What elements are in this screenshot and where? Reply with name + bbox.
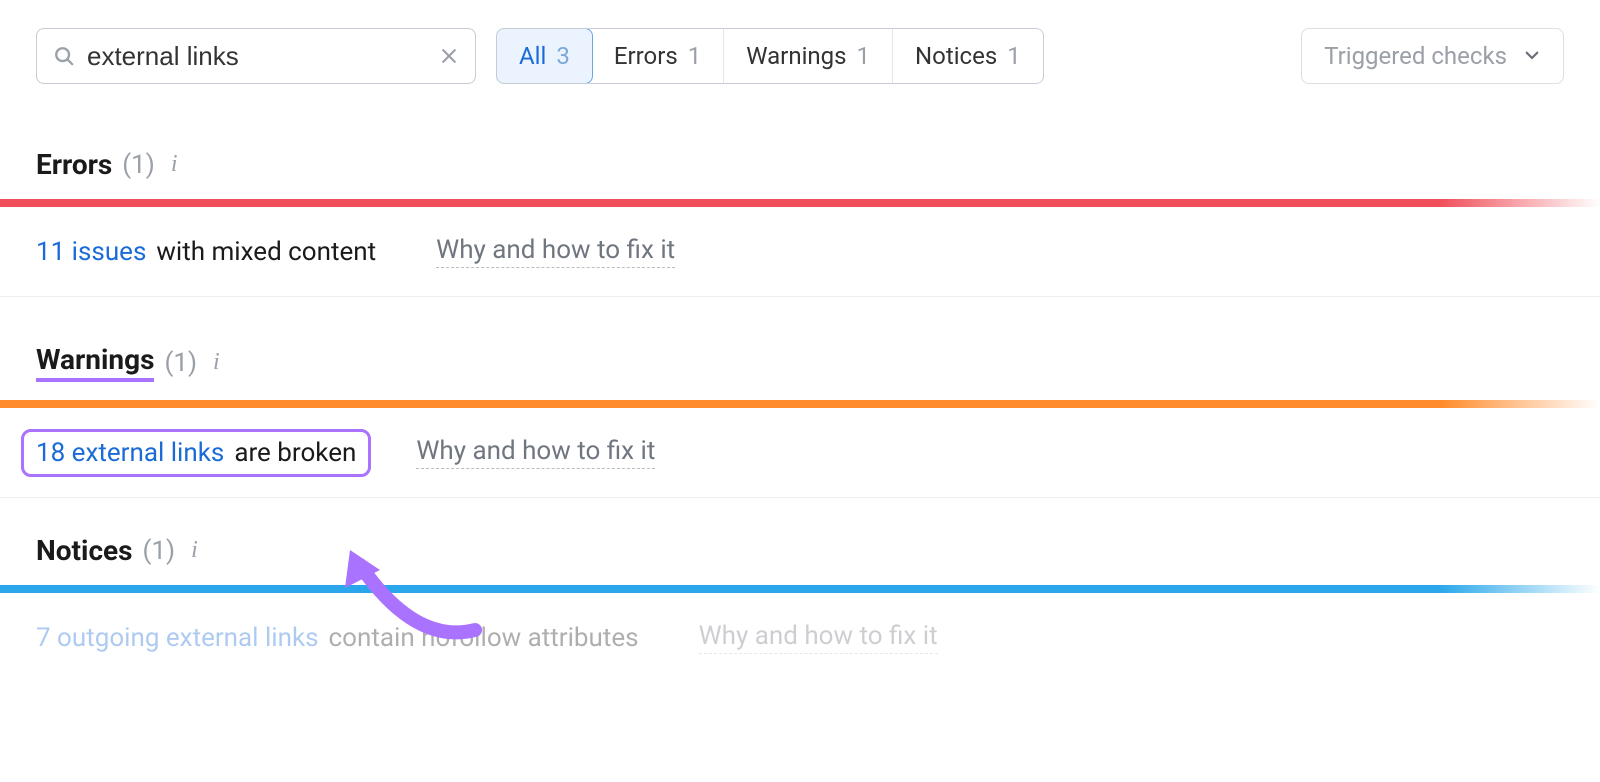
notices-section-header: Notices (1) i: [0, 498, 1600, 585]
tab-errors[interactable]: Errors 1: [592, 29, 724, 83]
issue-row: 18 external links are broken Why and how…: [0, 408, 1600, 498]
tab-notices[interactable]: Notices 1: [893, 29, 1043, 83]
chevron-down-icon: [1523, 42, 1541, 70]
issue-row: 7 outgoing external links contain nofoll…: [0, 593, 1600, 664]
tab-count: 1: [1007, 42, 1021, 70]
section-count: (1): [164, 348, 197, 378]
search-icon: [53, 45, 75, 67]
tab-label: Warnings: [746, 42, 846, 70]
fix-link[interactable]: Why and how to fix it: [699, 621, 938, 654]
notices-divider: [0, 585, 1600, 593]
issue-link[interactable]: 18 external links: [36, 438, 224, 468]
tab-label: Notices: [915, 42, 997, 70]
tab-count: 1: [857, 42, 871, 70]
search-field-wrap[interactable]: [36, 28, 476, 84]
section-count: (1): [122, 150, 155, 180]
dropdown-label: Triggered checks: [1324, 42, 1507, 70]
errors-divider: [0, 199, 1600, 207]
info-icon[interactable]: i: [171, 151, 178, 178]
issue-row: 11 issues with mixed content Why and how…: [0, 207, 1600, 297]
warnings-section-header: Warnings (1) i: [0, 297, 1600, 400]
issue-text: are broken: [234, 438, 356, 468]
section-title: Warnings: [36, 343, 154, 382]
section-count: (1): [143, 536, 176, 566]
issue-description[interactable]: 7 outgoing external links contain nofoll…: [36, 623, 639, 653]
issue-text: with mixed content: [156, 237, 376, 267]
info-icon[interactable]: i: [213, 349, 220, 376]
tab-label: All: [519, 42, 546, 70]
category-tabs: All 3 Errors 1 Warnings 1 Notices 1: [496, 28, 1044, 84]
clear-search-icon[interactable]: [439, 46, 459, 66]
triggered-checks-dropdown[interactable]: Triggered checks: [1301, 28, 1564, 84]
tab-count: 3: [556, 42, 570, 70]
fix-link[interactable]: Why and how to fix it: [436, 235, 675, 268]
filter-toolbar: All 3 Errors 1 Warnings 1 Notices 1 Trig…: [0, 0, 1600, 102]
section-title: Errors: [36, 148, 112, 181]
issue-description-highlighted[interactable]: 18 external links are broken: [21, 429, 371, 477]
issue-text: contain nofollow attributes: [329, 623, 639, 653]
tab-warnings[interactable]: Warnings 1: [724, 29, 893, 83]
fix-link[interactable]: Why and how to fix it: [416, 436, 655, 469]
warnings-divider: [0, 400, 1600, 408]
info-icon[interactable]: i: [191, 537, 198, 564]
tab-label: Errors: [614, 42, 678, 70]
issue-link[interactable]: 11 issues: [36, 237, 146, 267]
tab-count: 1: [688, 42, 702, 70]
search-input[interactable]: [87, 41, 439, 72]
errors-section-header: Errors (1) i: [0, 102, 1600, 199]
tab-all[interactable]: All 3: [496, 28, 593, 84]
section-title: Notices: [36, 534, 133, 567]
issue-description[interactable]: 11 issues with mixed content: [36, 237, 376, 267]
issue-link[interactable]: 7 outgoing external links: [36, 623, 319, 653]
